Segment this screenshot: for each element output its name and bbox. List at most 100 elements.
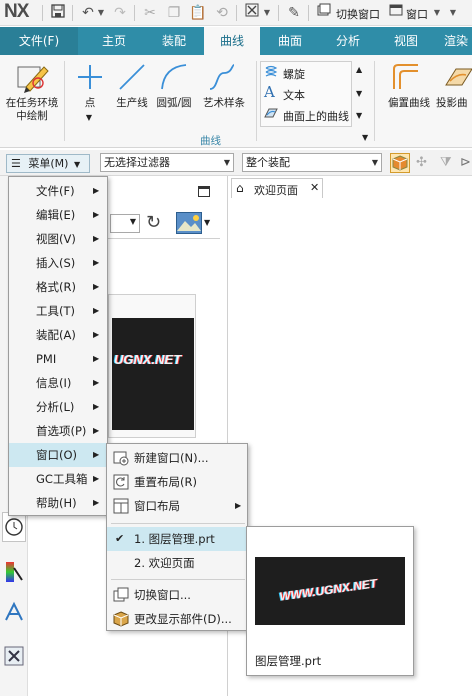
production-line-label[interactable]: 生产线 [112, 97, 152, 110]
gallery-scroll-up-icon[interactable]: ▲ [356, 65, 362, 74]
undo-icon[interactable]: ↶ [78, 3, 98, 23]
menu-item-doc-layer-management[interactable]: ✔ 1. 图层管理.prt [107, 527, 247, 551]
gallery-scroll-down-icon[interactable]: ▼ [356, 89, 362, 98]
curve-on-surface-icon[interactable] [264, 106, 278, 120]
text-icon[interactable]: A [264, 84, 275, 100]
projection-icon[interactable] [442, 61, 472, 93]
production-line-icon[interactable] [116, 61, 148, 93]
group-more-icon[interactable]: ▼ [362, 133, 368, 142]
menu-item-window-layout[interactable]: 窗口布局 ▶ [107, 494, 247, 518]
window-dropdown-icon[interactable]: ▼ [432, 3, 442, 23]
switch-window-label[interactable]: 切换窗口 [336, 6, 380, 22]
tools-icon[interactable] [4, 644, 24, 668]
window-icon[interactable] [386, 3, 406, 23]
offset-curve-label[interactable]: 偏置曲线 [384, 97, 434, 110]
menu-item-label: 窗口布局 [134, 499, 180, 513]
menu-item-preferences[interactable]: 首选项(P) ▶ [9, 419, 107, 443]
system-material-icon[interactable] [4, 560, 24, 584]
submenu-arrow-icon: ▶ [235, 501, 242, 510]
offset-curve-icon[interactable] [390, 61, 422, 93]
switch-window-icon[interactable] [314, 3, 334, 23]
menu-item-switch-window[interactable]: 切换窗口... [107, 583, 247, 607]
tab-analysis[interactable]: 分析 [320, 27, 376, 55]
delete-dropdown-icon[interactable]: ▼ [262, 3, 272, 23]
menu-item-file[interactable]: 文件(F) ▶ [9, 179, 107, 203]
menu-item-new-window[interactable]: 新建窗口(N)... [107, 446, 247, 470]
preview-dropdown-icon[interactable]: ▼ [204, 218, 210, 227]
more-tools-icon[interactable]: ⊳ [460, 155, 472, 173]
text-label[interactable]: 文本 [283, 87, 305, 103]
cut-icon[interactable]: ✂ [140, 3, 160, 23]
menu-item-window[interactable]: 窗口(O) ▶ [9, 443, 107, 467]
art-spline-label[interactable]: 艺术样条 [198, 97, 250, 110]
menu-item-edit[interactable]: 编辑(E) ▶ [9, 203, 107, 227]
menu-item-reset-layout[interactable]: 重置布局(R) [107, 470, 247, 494]
cube-select-icon[interactable] [390, 153, 410, 173]
paste-icon[interactable]: 📋 [188, 3, 208, 23]
menu-item-change-display-part[interactable]: 更改显示部件(D)... [107, 607, 247, 631]
menu-item-doc-welcome-page[interactable]: 2. 欢迎页面 [107, 551, 247, 575]
tab-home[interactable]: 主页 [86, 27, 142, 55]
tab-curve[interactable]: 曲线 [204, 27, 260, 55]
tab-view[interactable]: 视图 [378, 27, 434, 55]
copy-icon[interactable]: ❐ [164, 3, 184, 23]
tab-file[interactable]: 文件(F) [0, 27, 78, 55]
art-spline-icon[interactable] [206, 61, 238, 93]
scope-select[interactable]: 整个装配 ▼ [242, 153, 382, 172]
sketch-in-task-icon[interactable] [14, 61, 50, 95]
delete-icon[interactable] [242, 3, 262, 23]
customize-dropdown-icon[interactable]: ▼ [448, 3, 458, 23]
menu-button-label: 菜单(M) [28, 157, 69, 170]
arc-circle-icon[interactable] [158, 61, 190, 93]
point-dropdown-icon[interactable]: ▼ [84, 111, 94, 124]
touch-mode-icon[interactable]: ✎ [284, 3, 304, 23]
repeat-command-icon[interactable]: ⟲ [212, 3, 232, 23]
menu-item-analysis[interactable]: 分析(L) ▶ [9, 395, 107, 419]
menu-item-information[interactable]: 信息(I) ▶ [9, 371, 107, 395]
menu-item-label: 切换窗口... [134, 588, 191, 602]
maximize-panel-icon[interactable] [198, 186, 210, 197]
main-menu: 文件(F) ▶ 编辑(E) ▶ 视图(V) ▶ 插入(S) ▶ 格式(R) ▶ 工具(T)… [8, 176, 108, 516]
menu-item-pmi[interactable]: PMI ▶ [9, 347, 107, 371]
menu-item-label: 装配(A) [36, 328, 76, 342]
arc-circle-label[interactable]: 圆弧/圆 [154, 97, 194, 110]
type-filter-select[interactable]: 无选择过滤器 ▼ [100, 153, 234, 172]
panel-combo[interactable]: ▼ [110, 214, 140, 233]
menu-item-view[interactable]: 视图(V) ▶ [9, 227, 107, 251]
role-icon[interactable] [4, 600, 24, 624]
curve-on-surface-label[interactable]: 曲面上的曲线 [283, 108, 349, 124]
menu-item-label: 首选项(P) [36, 424, 87, 438]
menu-item-format[interactable]: 格式(R) ▶ [9, 275, 107, 299]
tab-surface[interactable]: 曲面 [262, 27, 318, 55]
menu-button[interactable]: ☰ 菜单(M) ▼ [6, 154, 90, 173]
tab-welcome-page[interactable]: ⌂ 欢迎页面 ✕ [231, 178, 323, 198]
tab-assembly[interactable]: 装配 [146, 27, 202, 55]
preview-image-icon[interactable] [176, 212, 202, 234]
curve-gallery: 螺旋 A 文本 曲面上的曲线 [260, 61, 352, 127]
redo-icon[interactable]: ↷ [110, 3, 130, 23]
window-menu-label[interactable]: 窗口 [406, 6, 428, 22]
menu-item-help[interactable]: 帮助(H) ▶ [9, 491, 107, 515]
projection-label[interactable]: 投影曲 [436, 97, 472, 110]
undo-dropdown-icon[interactable]: ▼ [96, 3, 106, 23]
tab-render[interactable]: 渲染 [436, 27, 472, 55]
menu-item-assembly[interactable]: 装配(A) ▶ [9, 323, 107, 347]
refresh-icon[interactable]: ↻ [146, 212, 168, 234]
menu-item-insert[interactable]: 插入(S) ▶ [9, 251, 107, 275]
helix-label[interactable]: 螺旋 [283, 66, 305, 82]
history-icon[interactable] [2, 512, 26, 542]
point-icon[interactable] [74, 61, 106, 93]
reset-layout-icon [113, 474, 129, 490]
menu-item-tools[interactable]: 工具(T) ▶ [9, 299, 107, 323]
submenu-arrow-icon: ▶ [93, 498, 100, 507]
menu-item-gc-toolkit[interactable]: GC工具箱 ▶ [9, 467, 107, 491]
sketch-in-task-label[interactable]: 在任务环境中绘制 [4, 97, 60, 123]
helix-icon[interactable] [264, 65, 278, 79]
menu-item-label: 2. 欢迎页面 [134, 556, 195, 570]
close-tab-icon[interactable]: ✕ [310, 181, 319, 194]
save-icon[interactable] [48, 3, 68, 23]
filter-icon[interactable]: ⧩ [440, 155, 458, 173]
point-label[interactable]: 点 [80, 97, 100, 110]
gallery-expand-icon[interactable]: ▼ [356, 111, 362, 120]
select-feature-icon[interactable]: ✣ [416, 155, 434, 173]
